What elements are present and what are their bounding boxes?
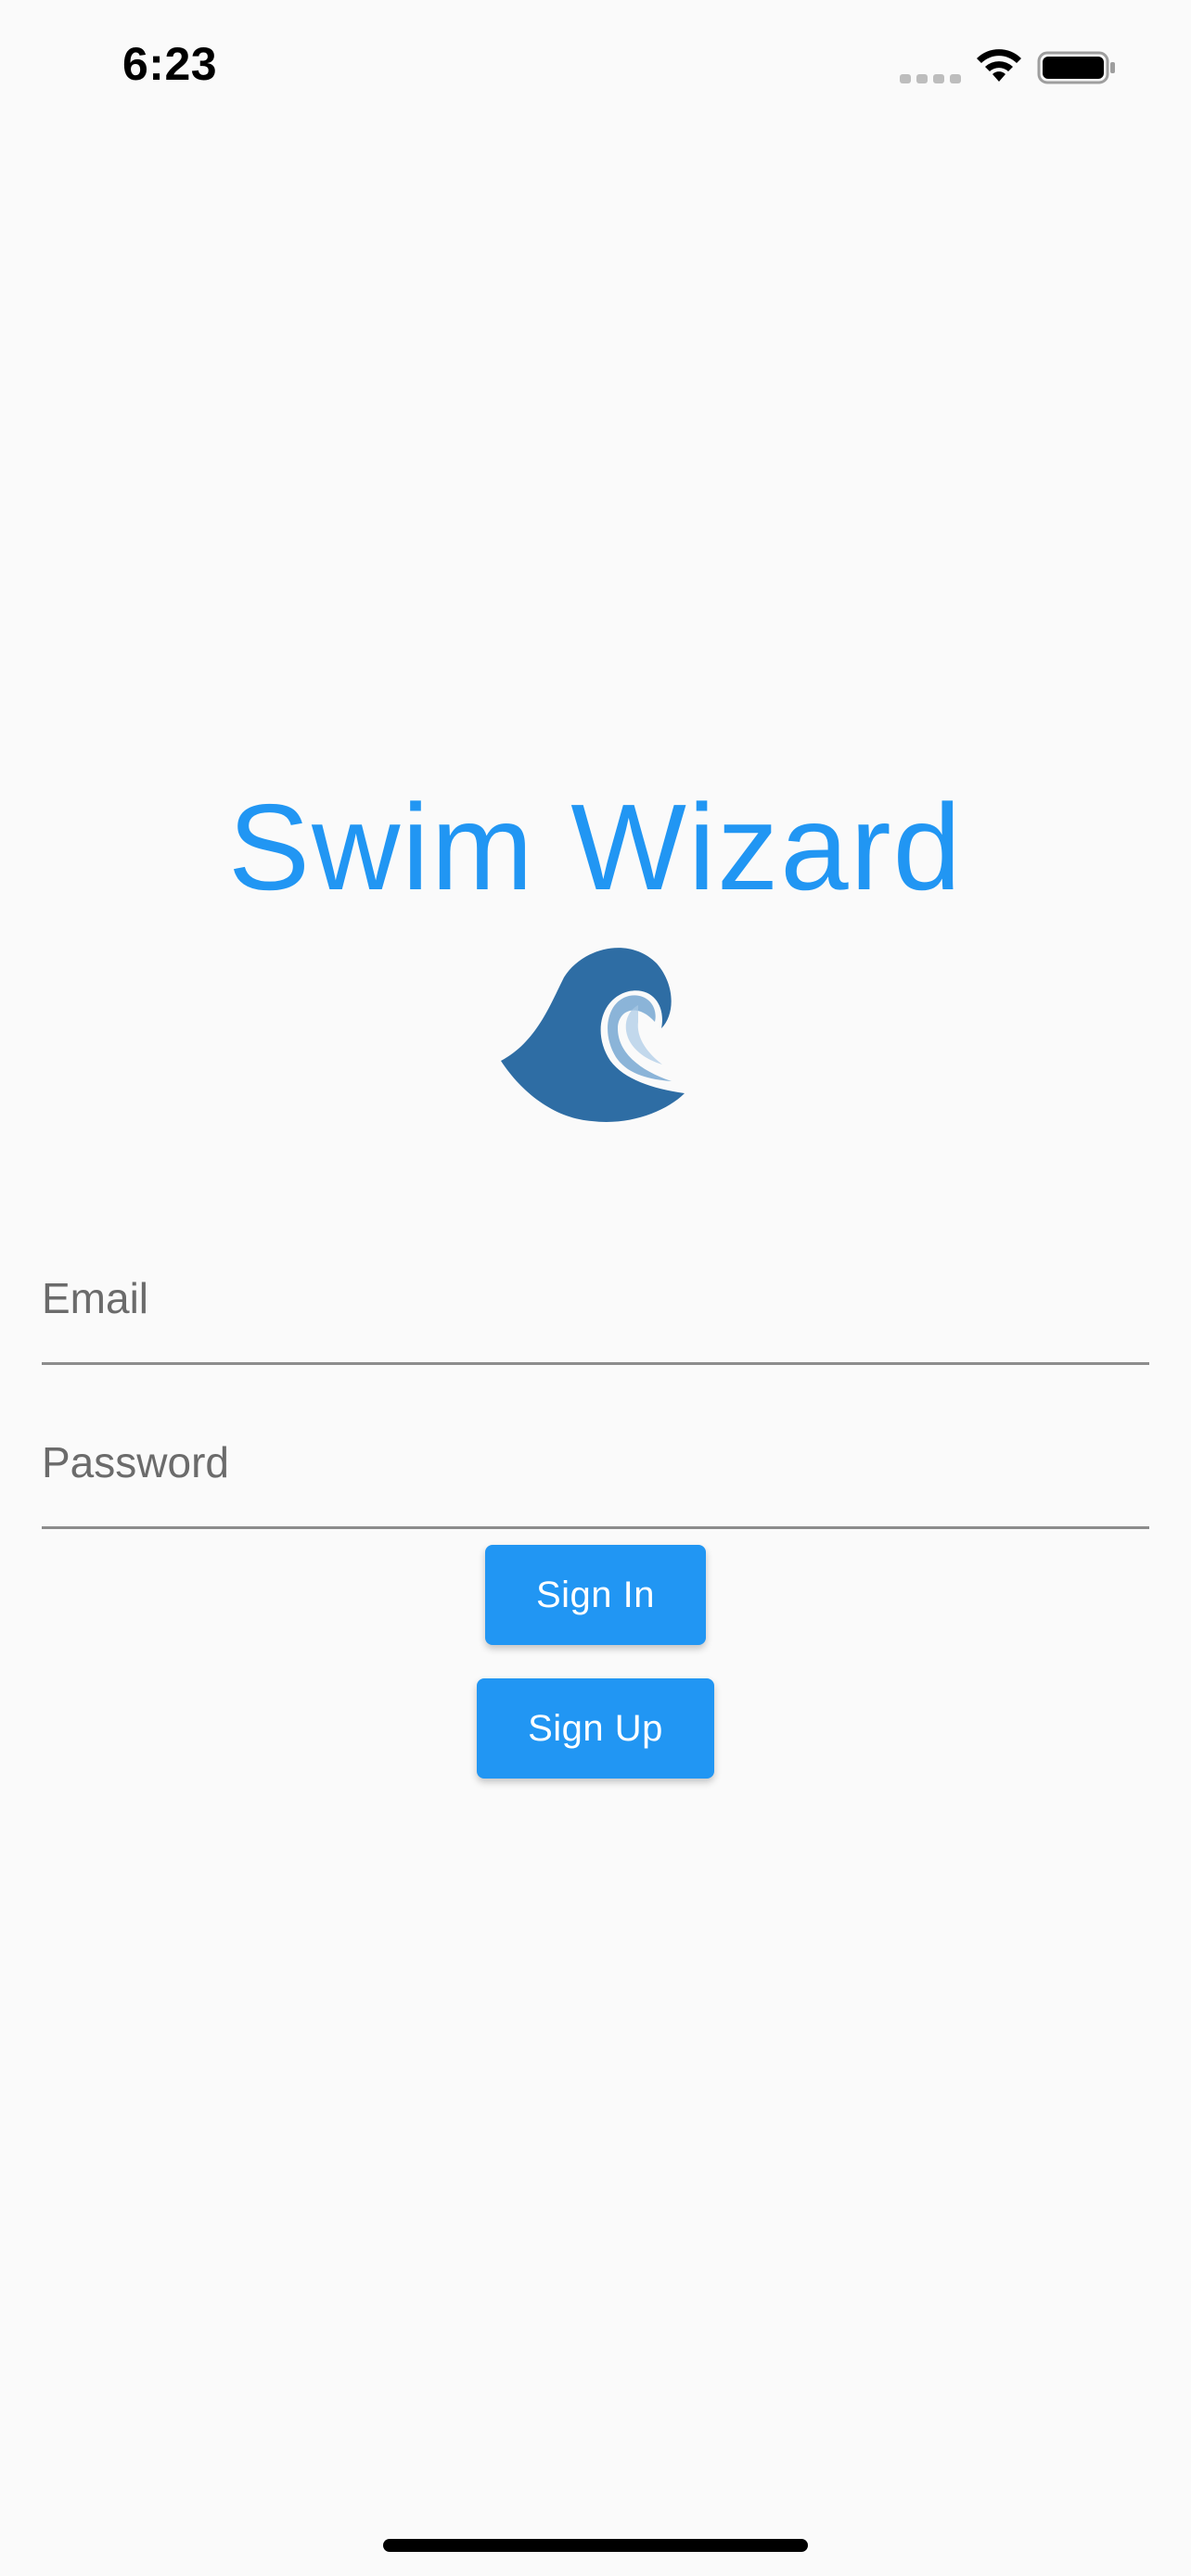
home-indicator[interactable] — [383, 2539, 808, 2552]
status-time: 6:23 — [122, 38, 218, 90]
sign-in-button[interactable]: Sign In — [485, 1545, 706, 1645]
wave-logo — [501, 948, 685, 1122]
password-field[interactable] — [42, 1390, 1149, 1529]
sign-up-button[interactable]: Sign Up — [477, 1678, 714, 1779]
email-input[interactable] — [42, 1226, 1149, 1362]
battery-icon — [1037, 51, 1115, 84]
signal-dots-icon — [900, 74, 961, 83]
login-screen: 6:23 Swim Wizard Sign In Sign Up — [0, 0, 1191, 2576]
email-field[interactable] — [42, 1226, 1149, 1365]
app-title: Swim Wizard — [227, 779, 964, 915]
wifi-icon — [977, 49, 1021, 82]
password-input[interactable] — [42, 1390, 1149, 1526]
status-bar: 6:23 — [0, 0, 1191, 130]
